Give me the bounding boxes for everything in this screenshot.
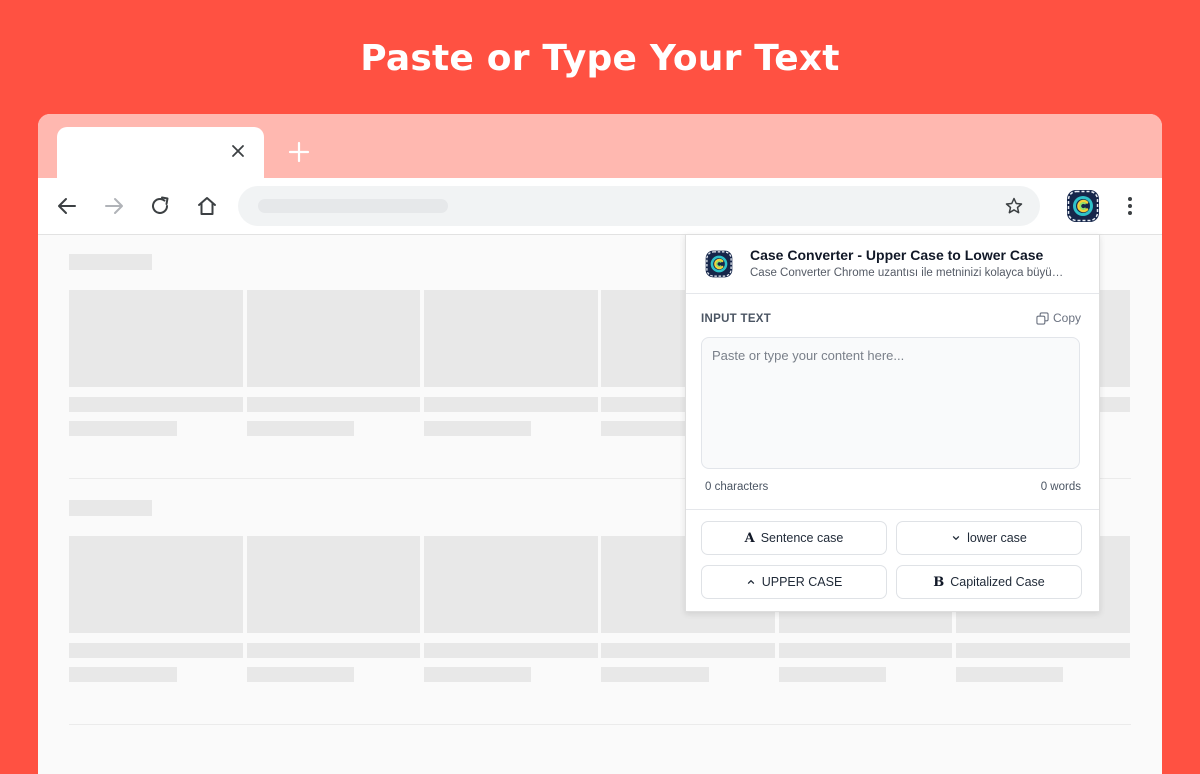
more-menu-icon[interactable] bbox=[1120, 194, 1140, 218]
skeleton-line bbox=[69, 643, 243, 658]
bookmark-star-icon[interactable] bbox=[1004, 196, 1024, 216]
case-converter-logo-icon bbox=[705, 250, 733, 278]
skeleton-card bbox=[69, 290, 243, 387]
promo-headline: Paste or Type Your Text bbox=[360, 38, 840, 79]
skeleton-line bbox=[69, 397, 243, 412]
lower-case-label: lower case bbox=[967, 531, 1027, 545]
skeleton-card bbox=[424, 536, 598, 633]
case-converter-extension-icon[interactable] bbox=[1065, 188, 1101, 224]
skeleton-line bbox=[1098, 397, 1130, 412]
skeleton-line bbox=[247, 667, 354, 682]
input-text-label: INPUT TEXT bbox=[701, 313, 772, 325]
tab-strip bbox=[38, 114, 1162, 178]
skeleton-line bbox=[69, 667, 177, 682]
skeleton-line bbox=[601, 643, 775, 658]
skeleton-line bbox=[247, 421, 354, 436]
input-textarea[interactable] bbox=[701, 337, 1080, 469]
skeleton-line bbox=[424, 643, 598, 658]
url-placeholder bbox=[258, 199, 448, 213]
skeleton-heading bbox=[69, 500, 152, 516]
copy-label: Copy bbox=[1052, 311, 1081, 325]
skeleton-line bbox=[247, 643, 420, 658]
extension-popup: Case Converter - Upper Case to Lower Cas… bbox=[685, 234, 1100, 612]
letter-b-icon: B bbox=[933, 574, 945, 590]
skeleton-line bbox=[779, 643, 952, 658]
skeleton-line bbox=[601, 667, 709, 682]
close-icon[interactable] bbox=[228, 141, 248, 161]
skeleton-line bbox=[779, 667, 886, 682]
skeleton-line bbox=[956, 643, 1130, 658]
capitalized-case-button[interactable]: B Capitalized Case bbox=[896, 565, 1082, 599]
lower-case-button[interactable]: lower case bbox=[896, 521, 1082, 555]
skeleton-card bbox=[247, 536, 420, 633]
skeleton-card bbox=[1098, 290, 1130, 387]
skeleton-line bbox=[424, 397, 598, 412]
skeleton-line bbox=[424, 667, 531, 682]
upper-case-button[interactable]: UPPER CASE bbox=[701, 565, 887, 599]
back-arrow-icon[interactable] bbox=[55, 194, 79, 218]
copy-icon bbox=[1036, 311, 1049, 325]
chevron-down-icon bbox=[952, 536, 960, 540]
sentence-case-button[interactable]: A Sentence case bbox=[701, 521, 887, 555]
capitalized-case-label: Capitalized Case bbox=[950, 575, 1045, 589]
word-count: 0 words bbox=[1040, 481, 1081, 493]
skeleton-card bbox=[424, 290, 598, 387]
section-divider bbox=[69, 724, 1131, 725]
forward-arrow-icon[interactable] bbox=[102, 194, 126, 218]
skeleton-heading bbox=[69, 254, 152, 270]
letter-a-icon: A bbox=[744, 530, 755, 546]
popup-title: Case Converter - Upper Case to Lower Cas… bbox=[750, 247, 1044, 263]
copy-button[interactable]: Copy bbox=[1036, 311, 1081, 325]
popup-subtitle: Case Converter Chrome uzantısı ile metni… bbox=[750, 267, 1064, 279]
skeleton-line bbox=[601, 397, 691, 412]
browser-toolbar bbox=[38, 178, 1162, 235]
skeleton-card bbox=[247, 290, 420, 387]
upper-case-label: UPPER CASE bbox=[761, 575, 843, 589]
skeleton-card bbox=[69, 536, 243, 633]
chevron-up-icon bbox=[747, 580, 754, 584]
skeleton-line bbox=[247, 397, 420, 412]
skeleton-card bbox=[601, 290, 691, 387]
popup-header: Case Converter - Upper Case to Lower Cas… bbox=[686, 235, 1099, 294]
sentence-case-label: Sentence case bbox=[760, 531, 844, 545]
new-tab-icon[interactable] bbox=[287, 140, 311, 164]
character-count: 0 characters bbox=[705, 481, 769, 493]
skeleton-line bbox=[601, 421, 691, 436]
browser-tab[interactable] bbox=[57, 127, 264, 178]
divider bbox=[686, 509, 1099, 510]
skeleton-line bbox=[424, 421, 531, 436]
reload-icon[interactable] bbox=[148, 194, 172, 218]
skeleton-line bbox=[69, 421, 177, 436]
skeleton-line bbox=[956, 667, 1063, 682]
home-icon[interactable] bbox=[195, 194, 219, 218]
address-bar[interactable] bbox=[238, 186, 1040, 226]
